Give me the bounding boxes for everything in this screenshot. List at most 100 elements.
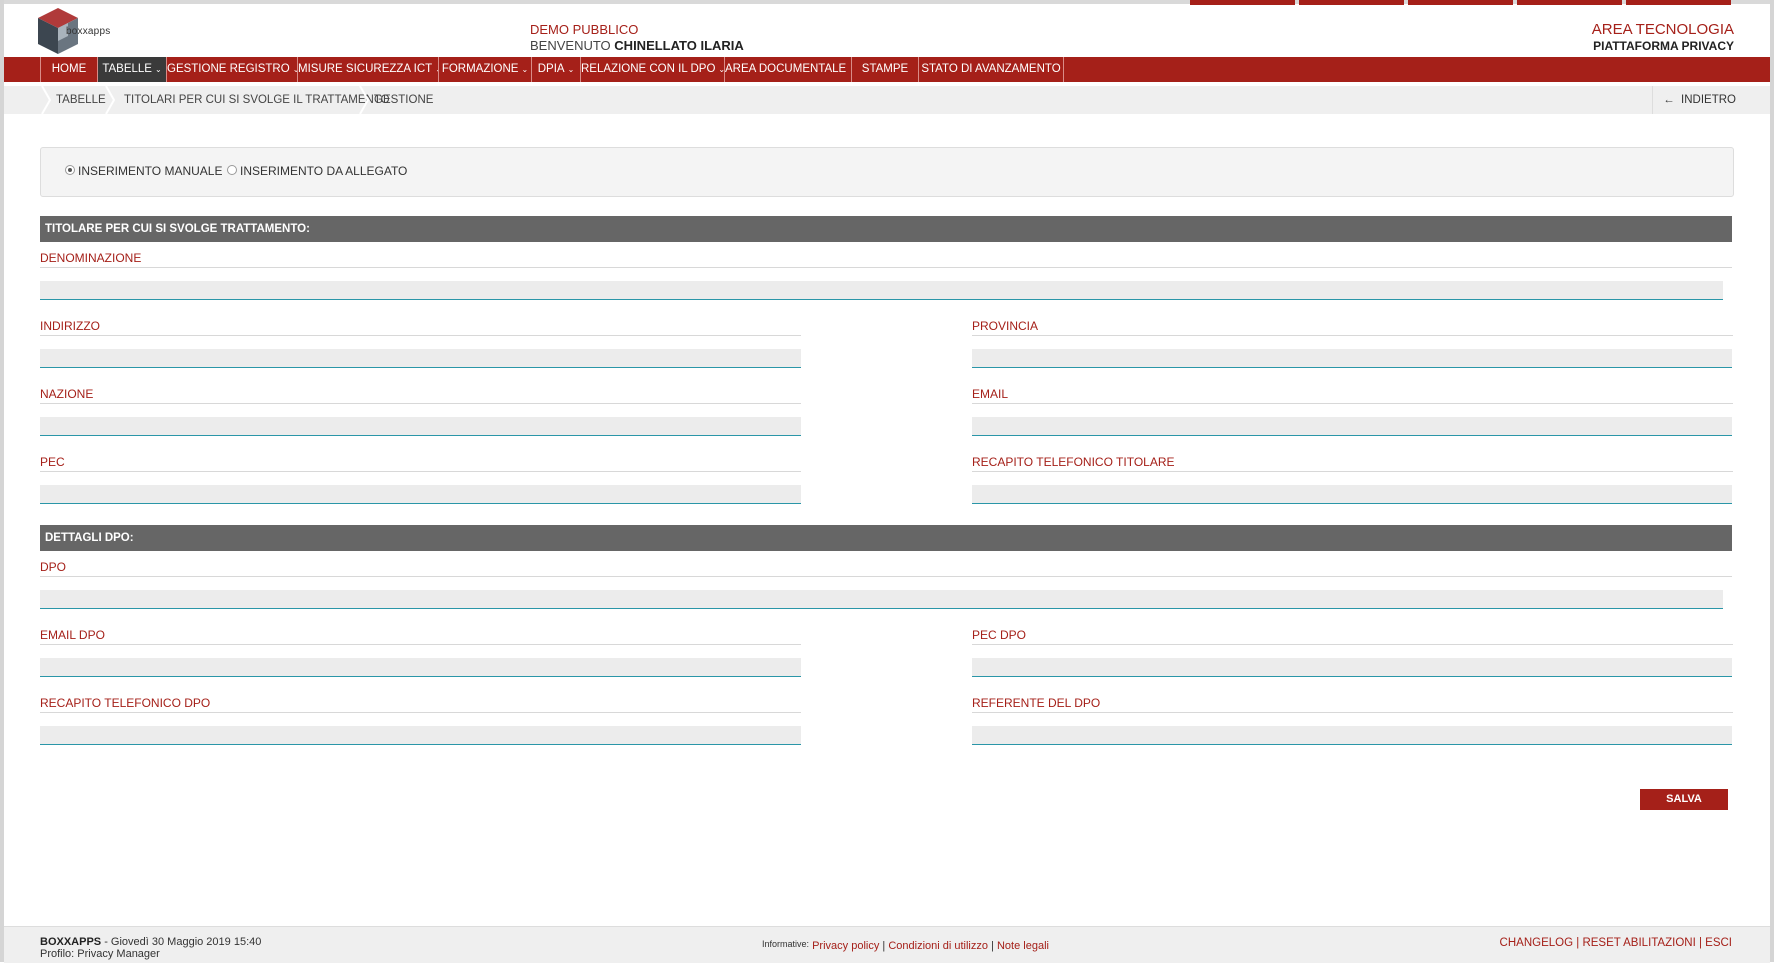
footer-brand: BOXXAPPS [40, 936, 102, 948]
top-tab-strip [1190, 0, 1731, 5]
nav-item-relazione-dpo[interactable]: RELAZIONE CON IL DPO⌄ [580, 57, 724, 82]
dpo-input[interactable] [40, 590, 1723, 609]
nav-item-stampe[interactable]: STAMPE [851, 57, 918, 82]
recapito-titolare-input[interactable] [972, 485, 1732, 504]
nav-item-label: FORMAZIONE [441, 63, 519, 75]
breadcrumb-separator-icon [41, 86, 52, 114]
nav-item-label: AREA DOCUMENTALE [725, 63, 847, 75]
nav-item-misure-sicurezza[interactable]: MISURE SICUREZZA ICT⌄ [297, 57, 438, 82]
nav-item-formazione[interactable]: FORMAZIONE ⌄ [438, 57, 531, 82]
top-tab[interactable] [1626, 0, 1731, 5]
nav-item-tabelle[interactable]: TABELLE ⌄ [97, 57, 166, 82]
nav-item-label: MISURE SICUREZZA ICT [298, 63, 433, 75]
nav-item-home[interactable]: HOME [40, 57, 97, 82]
header-right: AREA TECNOLOGIA PIATTAFORMA PRIVACY [1592, 22, 1734, 54]
provincia-label: PROVINCIA [972, 319, 1733, 336]
section-header-titolare: TITOLARE PER CUI SI SVOLGE TRATTAMENTO: [40, 216, 1732, 242]
footer-brand-line: BOXXAPPS - Giovedì 30 Maggio 2019 15:40 [40, 936, 261, 948]
breadcrumb-item-titolari[interactable]: TITOLARI PER CUI SI SVOLGE IL TRATTAMENT… [124, 86, 390, 114]
radio-unchecked-icon[interactable] [227, 165, 237, 175]
breadcrumb-separator-icon [359, 86, 370, 114]
footer: BOXXAPPS - Giovedì 30 Maggio 2019 15:40 … [4, 926, 1770, 963]
top-tab[interactable] [1299, 0, 1404, 5]
breadcrumb-item-gestione: GESTIONE [374, 94, 434, 106]
breadcrumb-separator-icon [105, 86, 116, 114]
footer-actions: CHANGELOG | RESET ABILITAZIONI | ESCI [1499, 937, 1732, 949]
insertion-mode-panel: INSERIMENTO MANUALE INSERIMENTO DA ALLEG… [40, 147, 1734, 197]
email-label: EMAIL [972, 387, 1733, 404]
radio-inserimento-manuale[interactable]: INSERIMENTO MANUALE [65, 164, 222, 178]
referente-dpo-label: REFERENTE DEL DPO [972, 696, 1733, 713]
nav-item-dpia[interactable]: DPIA ⌄ [531, 57, 580, 82]
pec-label: PEC [40, 455, 801, 472]
nav-item-gestione-registro[interactable]: GESTIONE REGISTRO⌄ [166, 57, 297, 82]
radio-label: INSERIMENTO MANUALE [78, 164, 223, 178]
back-label: INDIETRO [1681, 94, 1736, 106]
logout-link[interactable]: ESCI [1705, 937, 1732, 949]
nav-item-area-documentale[interactable]: AREA DOCUMENTALE⌄ [724, 57, 851, 82]
recapito-dpo-label: RECAPITO TELEFONICO DPO [40, 696, 801, 713]
referente-dpo-input[interactable] [972, 726, 1732, 745]
welcome-line: BENVENUTO CHINELLATO ILARIA [530, 38, 744, 54]
window-left-border [0, 0, 4, 962]
footer-profile: Profilo: Privacy Manager [40, 948, 160, 960]
footer-info-label: Informative: [762, 939, 810, 949]
nav-item-label: STATO DI AVANZAMENTO [921, 63, 1061, 75]
area-title: AREA TECNOLOGIA [1591, 21, 1734, 38]
reset-permissions-link[interactable]: RESET ABILITAZIONI [1582, 937, 1695, 949]
recapito-dpo-input[interactable] [40, 726, 801, 745]
chevron-down-icon: ⌄ [521, 65, 529, 74]
top-tab[interactable] [1517, 0, 1622, 5]
privacy-policy-link[interactable]: Privacy policy [812, 940, 879, 952]
chevron-down-icon: ⌄ [154, 65, 162, 74]
main-nav: HOME TABELLE⌄ GESTIONE REGISTRO⌄ MISURE … [40, 57, 1064, 82]
pec-dpo-input[interactable] [972, 658, 1732, 677]
conditions-link[interactable]: Condizioni di utilizzo [888, 940, 988, 952]
changelog-link[interactable]: CHANGELOG [1500, 937, 1574, 949]
email-dpo-input[interactable] [40, 658, 801, 677]
logo-wordmark: boxxapps [66, 26, 111, 37]
legal-notes-link[interactable]: Note legali [997, 940, 1049, 952]
footer-legal-links: Informative: Privacy policy | Condizioni… [762, 939, 1049, 952]
provincia-input[interactable] [972, 349, 1732, 368]
denominazione-label: DENOMINAZIONE [40, 251, 1732, 268]
nav-item-stato-avanzamento[interactable]: STATO DI AVANZAMENTO [918, 57, 1064, 82]
section-header-dpo: DETTAGLI DPO: [40, 525, 1732, 551]
top-tab[interactable] [1408, 0, 1513, 5]
top-tab[interactable] [1190, 0, 1295, 5]
arrow-left-icon: ← [1663, 94, 1675, 106]
welcome-user: CHINELLATO ILARIA [614, 38, 744, 53]
nav-item-label: RELAZIONE CON IL DPO [581, 63, 716, 75]
header-center: DEMO PUBBLICO BENVENUTO CHINELLATO ILARI… [530, 22, 744, 54]
footer-info: BOXXAPPS - Giovedì 30 Maggio 2019 15:40 … [40, 936, 261, 960]
welcome-prefix: BENVENUTO [530, 38, 611, 53]
dpo-label: DPO [40, 560, 1732, 577]
chevron-down-icon: ⌄ [567, 65, 575, 74]
nazione-label: NAZIONE [40, 387, 801, 404]
radio-inserimento-allegato[interactable]: INSERIMENTO DA ALLEGATO [227, 164, 407, 178]
nav-item-label: TABELLE [102, 63, 152, 75]
email-dpo-label: EMAIL DPO [40, 628, 801, 645]
nav-item-label: GESTIONE REGISTRO [167, 63, 290, 75]
denominazione-input[interactable] [40, 281, 1723, 300]
nav-item-label: HOME [51, 63, 87, 75]
breadcrumb: TABELLE TITOLARI PER CUI SI SVOLGE IL TR… [4, 86, 1770, 114]
footer-datetime: - Giovedì 30 Maggio 2019 15:40 [101, 936, 262, 948]
indirizzo-label: INDIRIZZO [40, 319, 801, 336]
pec-input[interactable] [40, 485, 801, 504]
window-right-border [1770, 0, 1774, 962]
main-navbar: HOME TABELLE⌄ GESTIONE REGISTRO⌄ MISURE … [4, 57, 1770, 82]
radio-label: INSERIMENTO DA ALLEGATO [240, 164, 408, 178]
platform-title: PIATTAFORMA PRIVACY [1593, 39, 1734, 53]
save-button[interactable]: SALVA [1640, 789, 1728, 810]
back-button[interactable]: ← INDIETRO [1652, 86, 1736, 114]
pec-dpo-label: PEC DPO [972, 628, 1733, 645]
indirizzo-input[interactable] [40, 349, 801, 368]
breadcrumb-item-tabelle[interactable]: TABELLE [56, 86, 106, 114]
nav-item-label: DPIA [537, 63, 565, 75]
email-input[interactable] [972, 417, 1732, 436]
nazione-input[interactable] [40, 417, 801, 436]
radio-checked-icon[interactable] [65, 165, 75, 175]
nav-item-label: STAMPE [861, 63, 909, 75]
environment-label: DEMO PUBBLICO [530, 22, 639, 37]
